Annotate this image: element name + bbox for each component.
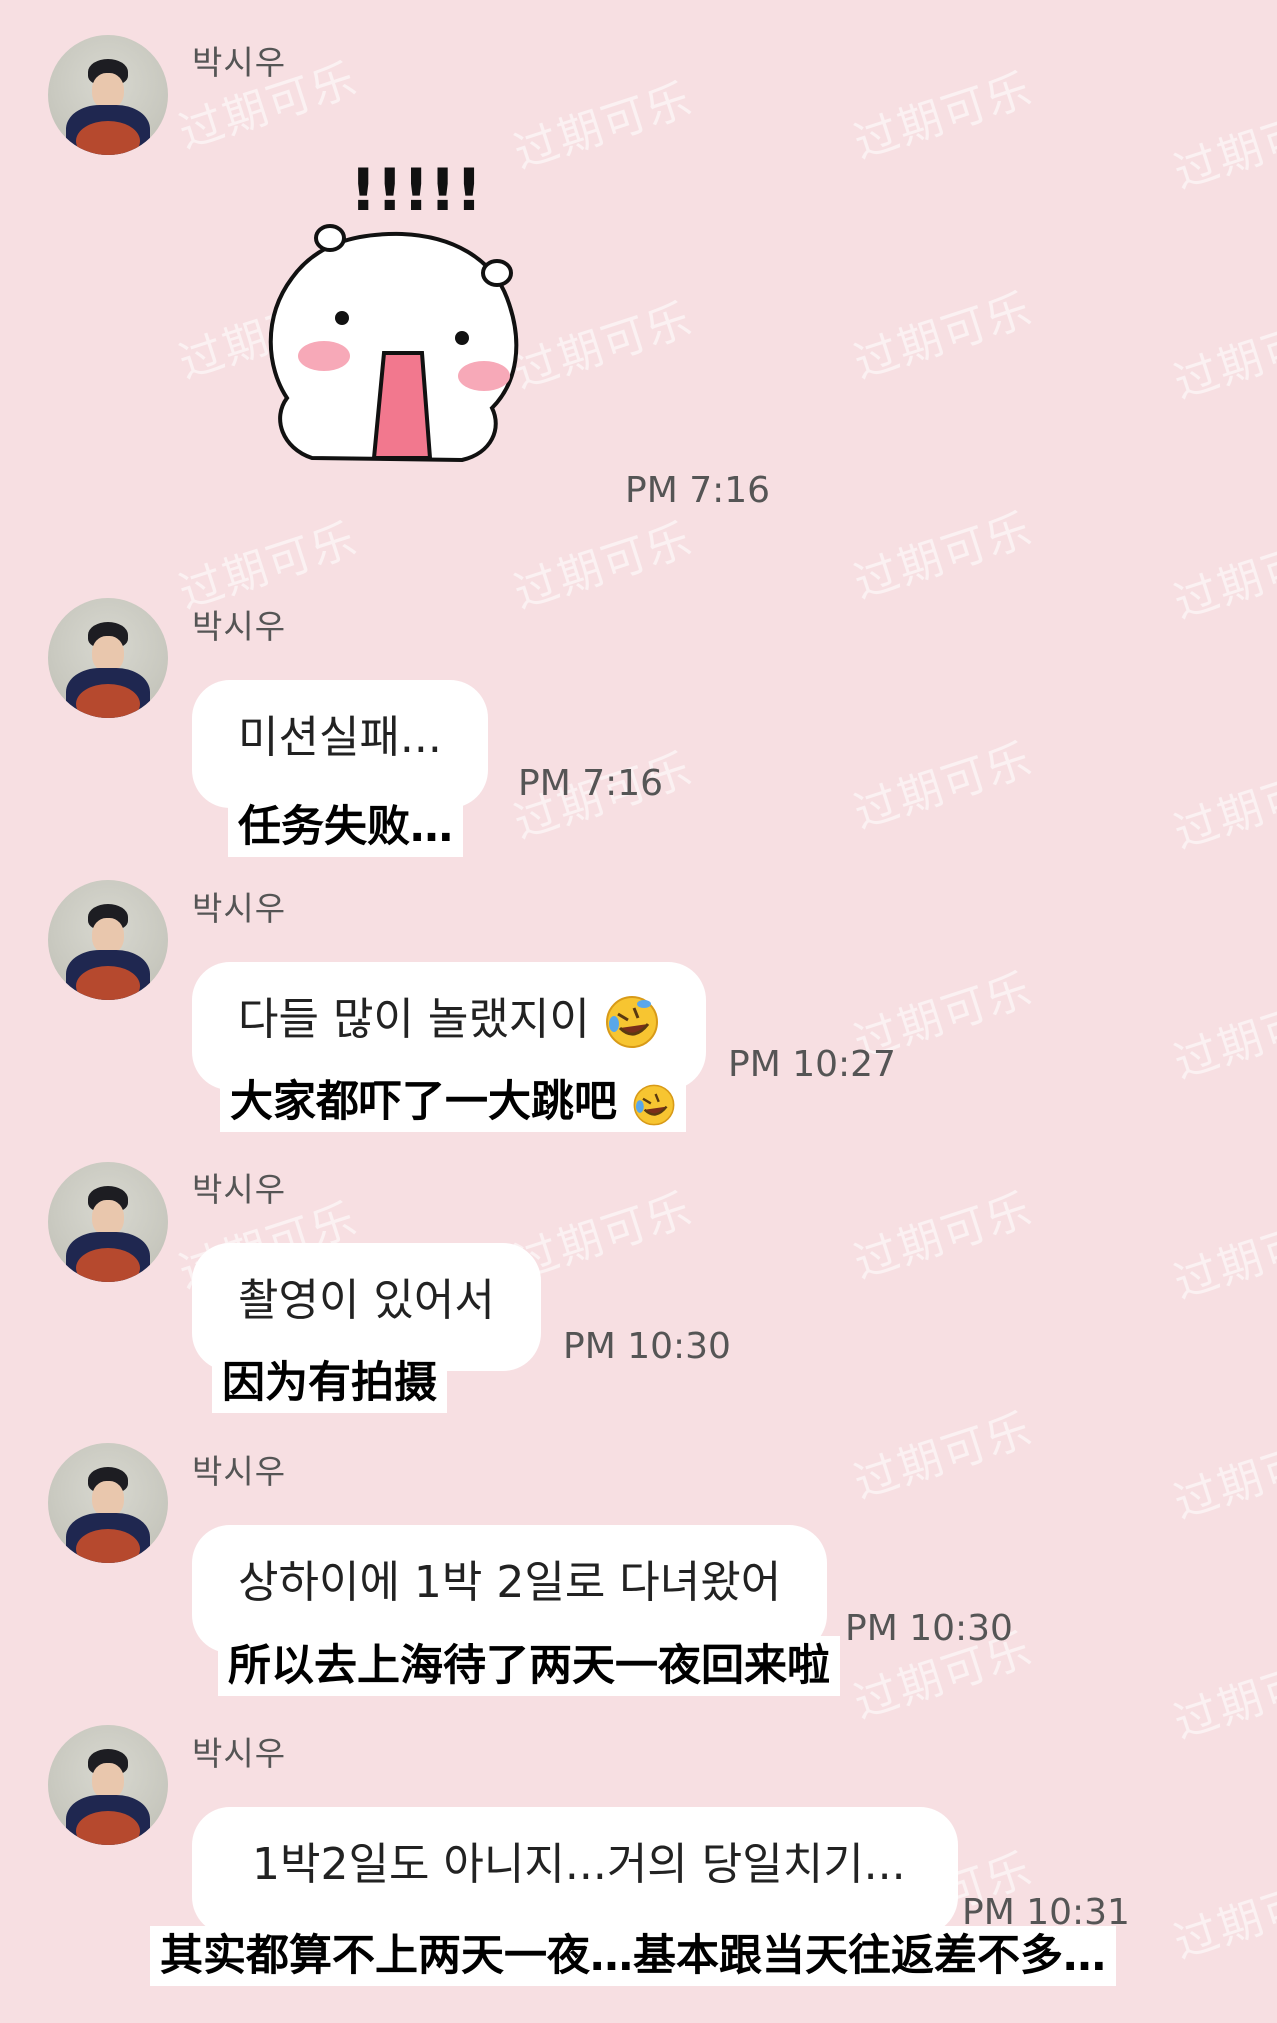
translation-text: 大家都吓了一大跳吧 bbox=[230, 1077, 617, 1127]
watermark: 过期可乐 bbox=[848, 1403, 1039, 1509]
avatar[interactable] bbox=[48, 598, 168, 718]
watermark: 过期可乐 bbox=[1168, 983, 1277, 1089]
watermark: 过期可乐 bbox=[1168, 303, 1277, 409]
translation-subtitle: 任务失败… bbox=[228, 797, 463, 857]
avatar[interactable] bbox=[48, 35, 168, 155]
message-bubble[interactable]: 촬영이 있어서 bbox=[192, 1243, 541, 1371]
message-time: PM 10:30 bbox=[845, 1608, 1013, 1649]
message-bubble[interactable]: 상하이에 1박 2일로 다녀왔어 bbox=[192, 1525, 828, 1653]
watermark: 过期可乐 bbox=[1168, 1423, 1277, 1529]
translation-subtitle: 其实都算不上两天一夜…基本跟当天往返差不多… bbox=[150, 1926, 1116, 1986]
watermark: 过期可乐 bbox=[848, 1183, 1039, 1289]
sender-name: 박시우 bbox=[192, 1452, 287, 1491]
sticker-hamster-icon[interactable]: !!!!! bbox=[262, 148, 542, 468]
message-time: PM 7:16 bbox=[625, 470, 771, 511]
avatar[interactable] bbox=[48, 880, 168, 1000]
message-time: PM 7:16 bbox=[518, 763, 664, 804]
sender-name: 박시우 bbox=[192, 1170, 287, 1209]
rolling-laughing-emoji-icon bbox=[633, 1084, 675, 1125]
watermark: 过期可乐 bbox=[1168, 1203, 1277, 1309]
sender-name: 박시우 bbox=[192, 1734, 287, 1773]
translation-subtitle: 所以去上海待了两天一夜回来啦 bbox=[218, 1636, 840, 1696]
watermark: 过期可乐 bbox=[1168, 523, 1277, 629]
watermark: 过期可乐 bbox=[848, 733, 1039, 839]
watermark: 过期可乐 bbox=[1168, 1643, 1277, 1749]
watermark: 过期可乐 bbox=[508, 513, 699, 619]
message-time: PM 10:27 bbox=[728, 1044, 896, 1085]
avatar[interactable] bbox=[48, 1162, 168, 1282]
message-text: 다들 많이 놀랬지이 bbox=[238, 994, 590, 1045]
rolling-laughing-emoji-icon bbox=[605, 996, 658, 1048]
watermark: 过期可乐 bbox=[848, 63, 1039, 169]
watermark: 过期可乐 bbox=[848, 283, 1039, 389]
translation-subtitle: 因为有拍摄 bbox=[212, 1353, 447, 1413]
sender-name: 박시우 bbox=[192, 43, 287, 82]
message-time: PM 10:30 bbox=[563, 1326, 731, 1367]
avatar[interactable] bbox=[48, 1443, 168, 1563]
sticker-text: !!!!! bbox=[350, 156, 482, 224]
message-bubble[interactable]: 1박2일도 아니지...거의 당일치기... bbox=[192, 1807, 958, 1935]
watermark: 过期可乐 bbox=[1168, 93, 1277, 199]
watermark: 过期可乐 bbox=[1168, 1863, 1277, 1969]
sender-name: 박시우 bbox=[192, 889, 287, 928]
message-bubble[interactable]: 미션실패... bbox=[192, 680, 488, 808]
watermark: 过期可乐 bbox=[1168, 753, 1277, 859]
avatar[interactable] bbox=[48, 1725, 168, 1845]
message-bubble[interactable]: 다들 많이 놀랬지이 bbox=[192, 962, 706, 1090]
sender-name: 박시우 bbox=[192, 607, 287, 646]
watermark: 过期可乐 bbox=[848, 503, 1039, 609]
translation-subtitle: 大家都吓了一大跳吧 bbox=[220, 1072, 686, 1132]
